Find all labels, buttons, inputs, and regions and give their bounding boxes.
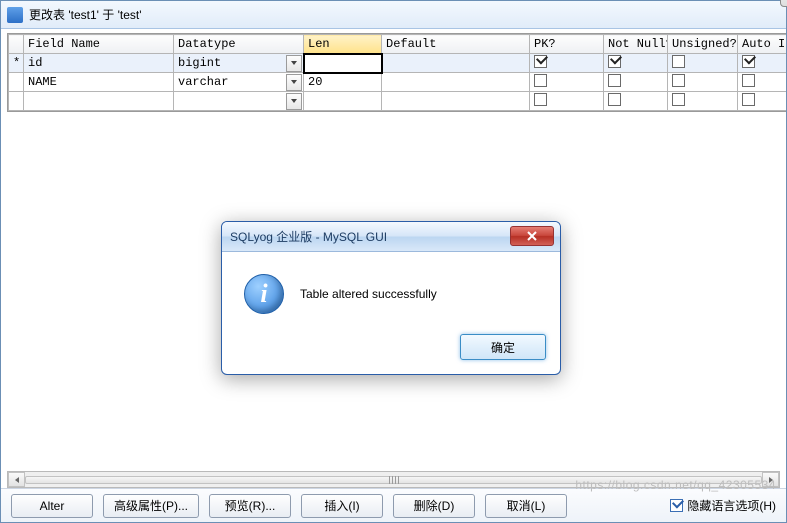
cell-pk[interactable] (530, 54, 604, 73)
cell-default[interactable] (382, 73, 530, 92)
hide-language-label: 隐藏语言选项(H) (687, 497, 776, 514)
datatype-dropdown-button[interactable] (286, 55, 302, 72)
cell-not-null[interactable] (604, 54, 668, 73)
cell-len[interactable] (304, 92, 382, 111)
cell-auto-inc[interactable] (738, 92, 787, 111)
row-marker (9, 92, 24, 111)
cell-len[interactable] (304, 54, 382, 73)
checkbox-icon (672, 55, 685, 68)
cell-datatype[interactable]: bigint (174, 54, 304, 73)
dialog-close-button[interactable] (510, 226, 554, 246)
chevron-down-icon (290, 59, 298, 67)
chevron-down-icon (290, 78, 298, 86)
chevron-down-icon (290, 97, 298, 105)
alter-button[interactable]: Alter (11, 494, 93, 518)
cell-datatype[interactable] (174, 92, 304, 111)
arrow-left-icon (13, 476, 21, 484)
table-row[interactable] (9, 92, 787, 111)
delete-button[interactable]: 删除(D) (393, 494, 475, 518)
cell-datatype[interactable]: varchar (174, 73, 304, 92)
cell-default[interactable] (382, 92, 530, 111)
window-title: 更改表 'test1' 于 'test' (29, 6, 142, 23)
datatype-dropdown-button[interactable] (286, 74, 302, 91)
cell-len[interactable]: 20 (304, 73, 382, 92)
checkbox-icon (742, 55, 755, 68)
advanced-props-button[interactable]: 高级属性(P)... (103, 494, 199, 518)
checkbox-icon (670, 499, 683, 512)
checkbox-icon (672, 93, 685, 106)
dialog-body: i Table altered successfully (222, 252, 560, 328)
cell-field[interactable]: id (24, 54, 174, 73)
arrow-right-icon (767, 476, 775, 484)
fields-grid[interactable]: Field Name Datatype Len Default PK? Not … (7, 33, 786, 112)
button-bar: Alter 高级属性(P)... 预览(R)... 插入(I) 删除(D) 取消… (1, 488, 786, 522)
row-marker: * (9, 54, 24, 73)
table-row[interactable]: NAME varchar 20 (9, 73, 787, 92)
cell-default[interactable] (382, 54, 530, 73)
checkbox-icon (742, 74, 755, 87)
header-row: Field Name Datatype Len Default PK? Not … (9, 35, 787, 54)
cell-not-null[interactable] (604, 73, 668, 92)
col-datatype[interactable]: Datatype (174, 35, 304, 54)
cell-unsigned[interactable] (668, 92, 738, 111)
cell-auto-inc[interactable] (738, 73, 787, 92)
checkbox-icon (608, 93, 621, 106)
row-marker (9, 73, 24, 92)
app-icon (7, 7, 23, 23)
checkbox-icon (534, 74, 547, 87)
checkbox-icon (534, 55, 547, 68)
cancel-button[interactable]: 取消(L) (485, 494, 567, 518)
preview-button[interactable]: 预览(R)... (209, 494, 291, 518)
cell-not-null[interactable] (604, 92, 668, 111)
header-marker (9, 35, 24, 54)
col-unsigned[interactable]: Unsigned? (668, 35, 738, 54)
cell-unsigned[interactable] (668, 54, 738, 73)
titlebar[interactable]: 更改表 'test1' 于 'test' (1, 1, 786, 29)
cell-pk[interactable] (530, 73, 604, 92)
dialog-message: Table altered successfully (300, 287, 437, 301)
scroll-track[interactable] (25, 476, 762, 484)
message-dialog: SQLyog 企业版 - MySQL GUI i Table altered s… (221, 221, 561, 375)
checkbox-icon (608, 55, 621, 68)
col-field-name[interactable]: Field Name (24, 35, 174, 54)
col-auto-inc[interactable]: Auto Incr (738, 35, 787, 54)
cell-pk[interactable] (530, 92, 604, 111)
col-pk[interactable]: PK? (530, 35, 604, 54)
scroll-left-button[interactable] (8, 472, 25, 487)
dialog-titlebar[interactable]: SQLyog 企业版 - MySQL GUI (222, 222, 560, 252)
col-default[interactable]: Default (382, 35, 530, 54)
scroll-right-button[interactable] (762, 472, 779, 487)
cell-field[interactable]: NAME (24, 73, 174, 92)
checkbox-icon (534, 93, 547, 106)
window-close-button[interactable] (780, 0, 787, 7)
checkbox-icon (672, 74, 685, 87)
alter-table-window: 更改表 'test1' 于 'test' Field Name Datatype… (0, 0, 787, 523)
hide-language-option[interactable]: 隐藏语言选项(H) (670, 497, 776, 514)
col-not-null[interactable]: Not Null? (604, 35, 668, 54)
cell-unsigned[interactable] (668, 73, 738, 92)
dialog-button-row: 确定 (222, 328, 560, 374)
close-icon (526, 231, 538, 241)
table-row[interactable]: * id bigint (9, 54, 787, 73)
checkbox-icon (742, 93, 755, 106)
cell-auto-inc[interactable] (738, 54, 787, 73)
horizontal-scrollbar[interactable] (7, 471, 780, 488)
col-len[interactable]: Len (304, 35, 382, 54)
dialog-title: SQLyog 企业版 - MySQL GUI (230, 228, 387, 245)
insert-button[interactable]: 插入(I) (301, 494, 383, 518)
dialog-ok-button[interactable]: 确定 (460, 334, 546, 360)
info-icon: i (244, 274, 284, 314)
scroll-grip-icon (389, 476, 399, 484)
cell-field[interactable] (24, 92, 174, 111)
datatype-dropdown-button[interactable] (286, 93, 302, 110)
checkbox-icon (608, 74, 621, 87)
